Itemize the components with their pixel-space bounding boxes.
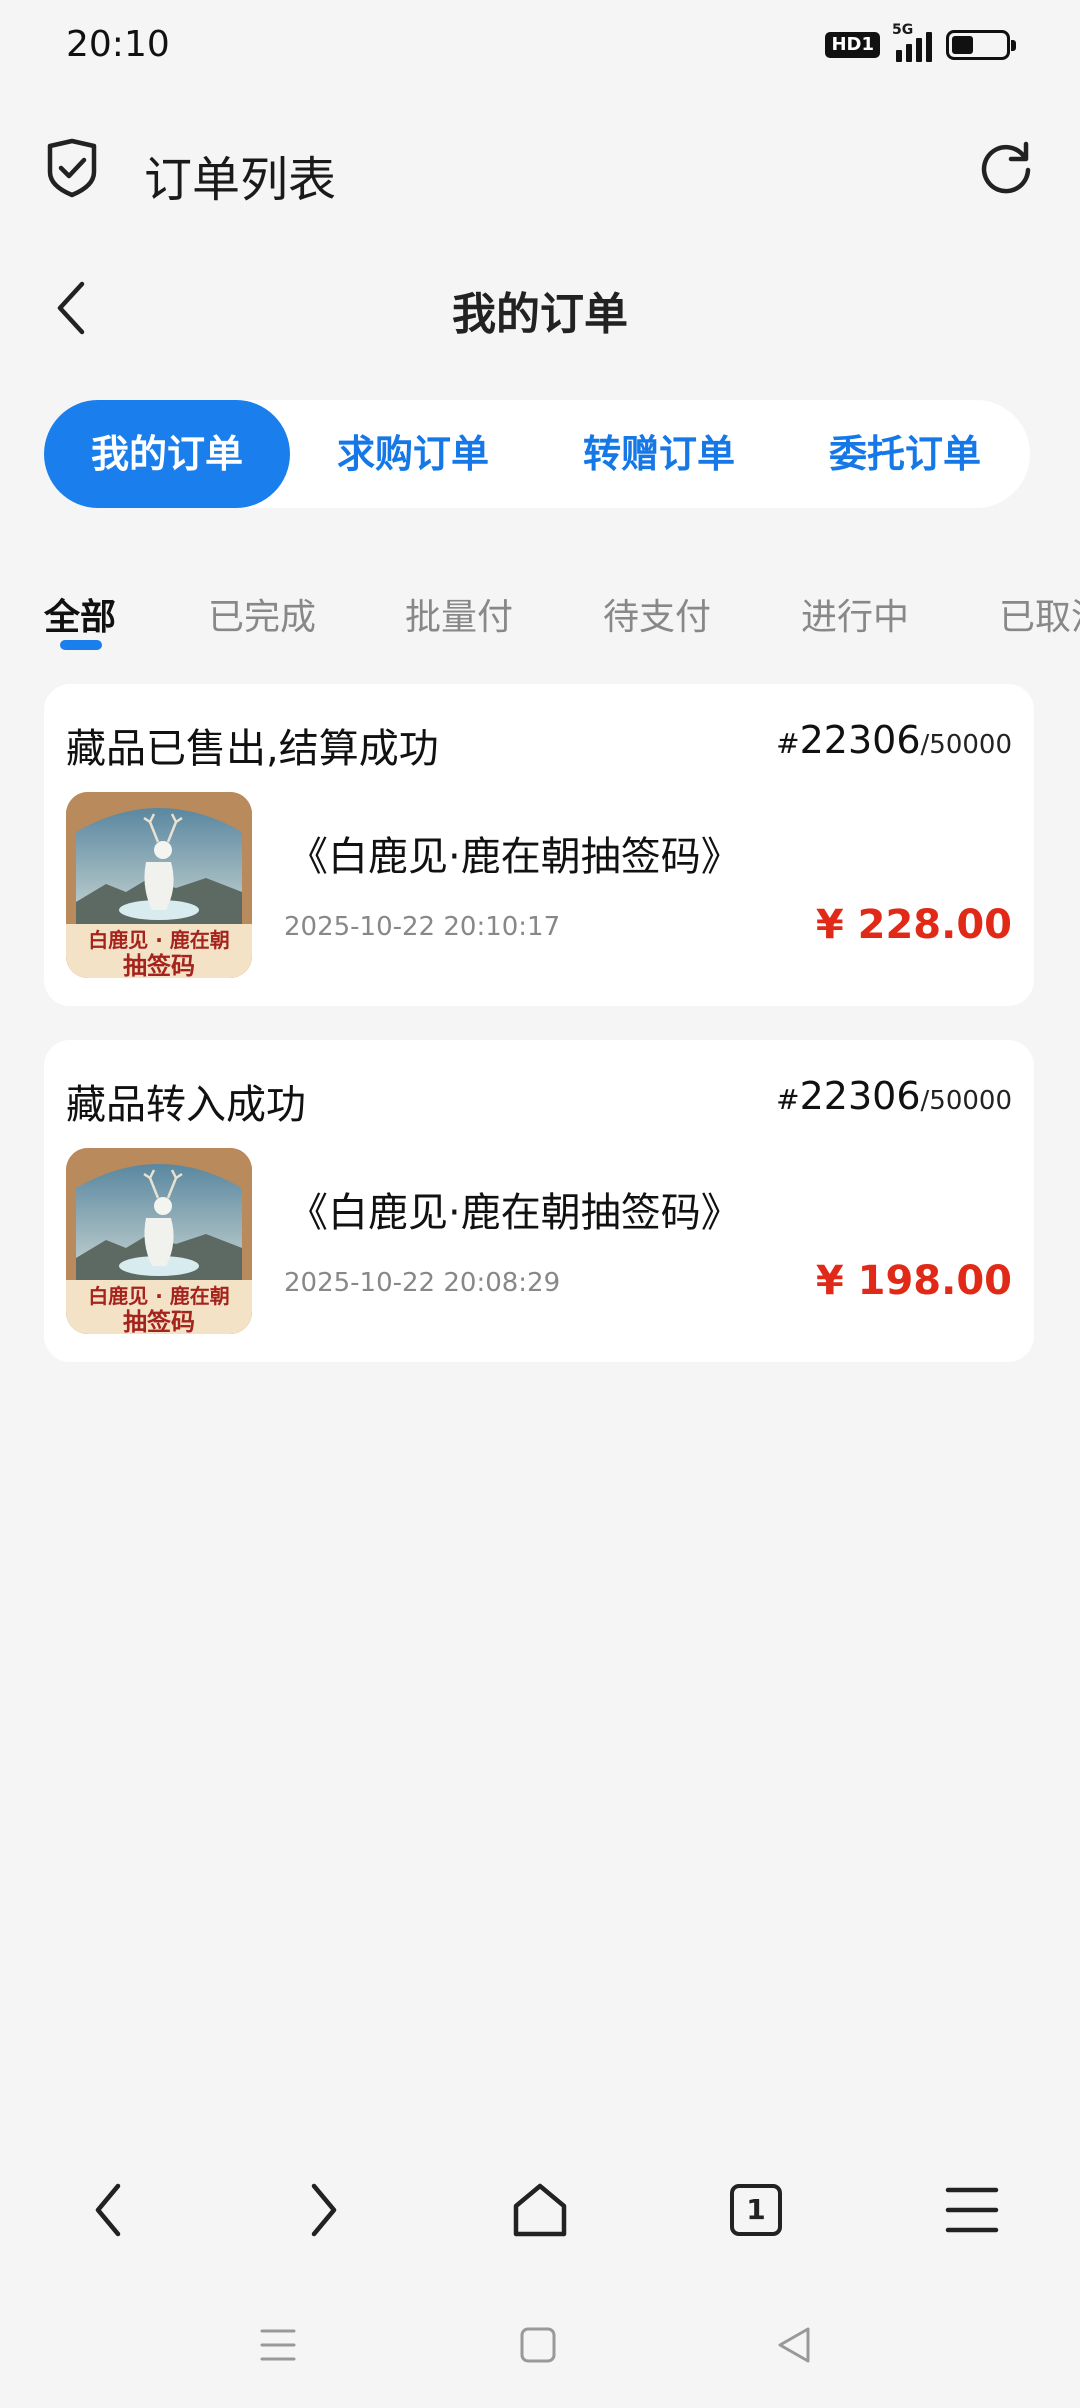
page-title: 我的订单 xyxy=(452,289,628,340)
filter-all[interactable]: 全部 xyxy=(44,588,116,640)
product-name: 《白鹿见·鹿在朝抽签码》 xyxy=(288,834,741,880)
serial-total: /50000 xyxy=(920,730,1012,760)
browser-home-button[interactable] xyxy=(500,2170,580,2250)
hd-badge: HD1 xyxy=(825,32,880,58)
thumbnail-caption-line-1: 白鹿见 · 鹿在朝 xyxy=(88,1284,230,1308)
product-name: 《白鹿见·鹿在朝抽签码》 xyxy=(288,1190,741,1236)
serial-number: #22306/50000 xyxy=(776,718,1012,762)
active-tab-indicator xyxy=(60,640,102,650)
battery-level xyxy=(952,36,973,54)
tab-purchase-orders[interactable]: 求购订单 xyxy=(290,400,536,508)
reload-icon[interactable] xyxy=(976,138,1036,198)
recents-button[interactable] xyxy=(248,2320,308,2370)
browser-back-button[interactable] xyxy=(68,2170,148,2250)
browser-forward-button[interactable] xyxy=(284,2170,364,2250)
serial-no: 22306 xyxy=(799,1074,921,1118)
system-home-button[interactable] xyxy=(508,2320,568,2370)
thumbnail-caption-line-2: 抽签码 xyxy=(123,1308,195,1334)
shield-check-icon[interactable] xyxy=(44,138,100,198)
signal-icon: 5G xyxy=(892,22,932,62)
serial-no: 22306 xyxy=(799,718,921,762)
filter-batch-pay[interactable]: 批量付 xyxy=(405,588,513,640)
order-card[interactable]: 藏品转入成功 #22306/50000 白鹿见 · 鹿在朝 抽签码 《白鹿见·鹿… xyxy=(44,1040,1034,1362)
browser-toolbar: 1 xyxy=(0,2160,1080,2260)
order-time: 2025-10-22 20:10:17 xyxy=(284,912,561,942)
tab-consign-orders[interactable]: 委托订单 xyxy=(782,400,1028,508)
home-icon xyxy=(513,2183,567,2237)
thumbnail-caption-line-1: 白鹿见 · 鹿在朝 xyxy=(88,928,230,952)
chevron-right-icon xyxy=(311,2183,337,2237)
page: 20:10 HD1 5G 订单列表 我的订单 我的订单 求购订单 转赠订单 委托… xyxy=(0,0,1080,2408)
order-time: 2025-10-22 20:08:29 xyxy=(284,1268,561,1298)
thumbnail-caption-line-2: 抽签码 xyxy=(123,952,195,978)
tab-my-orders[interactable]: 我的订单 xyxy=(44,400,290,508)
order-status: 藏品已售出,结算成功 xyxy=(66,726,439,772)
system-navigation-bar xyxy=(0,2300,1080,2390)
order-card[interactable]: 藏品已售出,结算成功 #22306/50000 白鹿见 · 鹿在朝 抽签码 《白… xyxy=(44,684,1034,1006)
order-status: 藏品转入成功 xyxy=(66,1082,306,1128)
status-filter-tabs: 全部 已完成 批量付 待支付 进行中 已取消 xyxy=(0,580,1080,660)
thumbnail-caption: 白鹿见 · 鹿在朝 抽签码 xyxy=(66,1280,252,1334)
serial-hash: # xyxy=(776,727,800,760)
browser-menu-button[interactable] xyxy=(932,2170,1012,2250)
serial-hash: # xyxy=(776,1083,800,1116)
filter-completed[interactable]: 已完成 xyxy=(208,588,316,640)
back-triangle-icon xyxy=(778,2327,810,2363)
filter-pending-payment[interactable]: 待支付 xyxy=(603,588,711,640)
recents-icon xyxy=(260,2329,296,2361)
tab-count: 1 xyxy=(730,2184,782,2236)
filter-in-progress[interactable]: 进行中 xyxy=(801,588,909,640)
home-square-icon xyxy=(520,2327,556,2363)
thumbnail-caption: 白鹿见 · 鹿在朝 抽签码 xyxy=(66,924,252,978)
tab-gift-orders[interactable]: 转赠订单 xyxy=(536,400,782,508)
order-type-tabs: 我的订单 求购订单 转赠订单 委托订单 xyxy=(44,400,1030,508)
browser-title: 订单列表 xyxy=(144,152,337,208)
network-label: 5G xyxy=(892,22,914,38)
browser-title-bar: 订单列表 xyxy=(0,118,1080,218)
browser-tabs-button[interactable]: 1 xyxy=(716,2170,796,2250)
battery-icon xyxy=(946,30,1016,60)
system-back-button[interactable] xyxy=(764,2320,824,2370)
status-icons: HD1 5G xyxy=(825,22,1016,62)
menu-icon xyxy=(945,2187,999,2233)
status-bar: 20:10 HD1 5G xyxy=(0,0,1080,96)
order-price: ¥ 198.00 xyxy=(815,1258,1012,1304)
filter-cancelled[interactable]: 已取消 xyxy=(999,588,1080,640)
order-price: ¥ 228.00 xyxy=(815,902,1012,948)
status-time: 20:10 xyxy=(66,24,170,65)
chevron-left-icon xyxy=(95,2183,121,2237)
serial-number: #22306/50000 xyxy=(776,1074,1012,1118)
product-thumbnail: 白鹿见 · 鹿在朝 抽签码 xyxy=(66,792,252,978)
page-header: 我的订单 xyxy=(0,262,1080,352)
serial-total: /50000 xyxy=(920,1086,1012,1116)
product-thumbnail: 白鹿见 · 鹿在朝 抽签码 xyxy=(66,1148,252,1334)
